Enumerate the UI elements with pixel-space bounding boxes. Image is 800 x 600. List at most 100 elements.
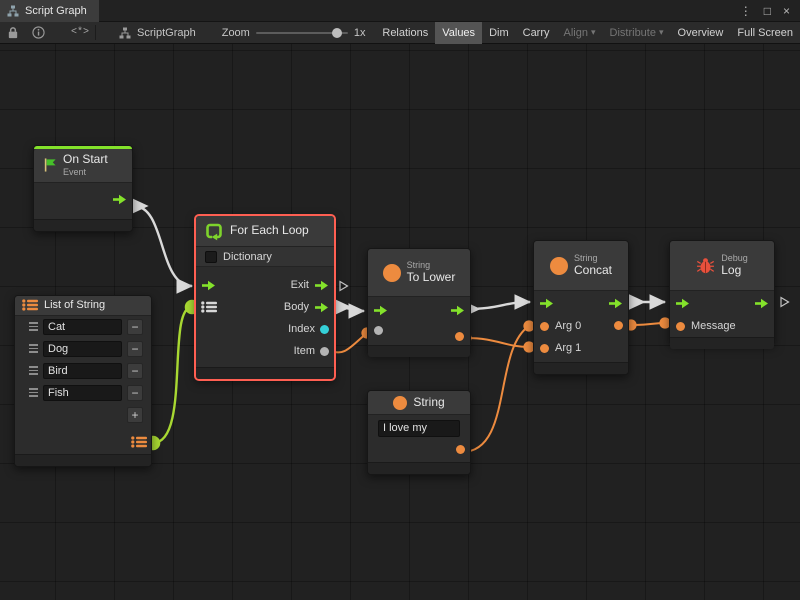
string-output-port[interactable] <box>456 445 465 454</box>
node-footer <box>196 367 334 379</box>
dictionary-option-row: Dictionary <box>196 247 334 267</box>
remove-item-button[interactable]: − <box>127 341 143 357</box>
wire-concat-to-message[interactable] <box>631 323 665 325</box>
window-menu-icon[interactable]: ⋮ <box>740 4 752 18</box>
body-port-label: Body <box>284 301 309 313</box>
tab-script-graph[interactable]: Script Graph <box>0 0 99 22</box>
fullscreen-button[interactable]: Full Screen <box>730 22 800 44</box>
item-output-port[interactable] <box>320 347 329 356</box>
list-item-input[interactable] <box>43 363 122 379</box>
wire-tolower-to-concat-flow[interactable] <box>466 302 530 309</box>
list-item-row: − <box>15 316 151 338</box>
wire-item-to-tolower-input[interactable] <box>330 333 367 352</box>
node-string-literal[interactable]: String <box>367 390 471 475</box>
script-graph-asset-icon <box>118 27 132 39</box>
window-titlebar: Script Graph ⋮ □ × <box>0 0 800 22</box>
relations-button[interactable]: Relations <box>375 22 435 44</box>
body-output-port[interactable] <box>314 302 329 313</box>
tab-label: Script Graph <box>25 5 87 17</box>
node-subtitle: Event <box>63 167 108 178</box>
drag-handle-icon[interactable] <box>29 388 38 397</box>
window-maximize-icon[interactable]: □ <box>764 4 771 18</box>
list-item-row: − <box>15 360 151 382</box>
result-output-port[interactable] <box>614 321 623 330</box>
graph-toolbar: <*> ScriptGraph Zoom 1x Relations Values… <box>0 22 800 44</box>
align-dropdown[interactable]: Align ▾ <box>557 22 603 44</box>
exit-output-port[interactable] <box>314 280 329 291</box>
result-output-port[interactable] <box>455 332 464 341</box>
zoom-label: Zoom <box>222 27 250 39</box>
graph-canvas[interactable]: On Start Event List of String <box>0 44 800 600</box>
add-item-button[interactable]: + <box>127 407 143 423</box>
for-each-header[interactable]: For Each Loop <box>196 216 334 247</box>
remove-item-button[interactable]: − <box>127 363 143 379</box>
dictionary-label: Dictionary <box>223 251 272 263</box>
message-input-port[interactable] <box>676 322 685 331</box>
to-lower-data-row <box>368 323 470 345</box>
debug-header[interactable]: Debug Log <box>670 241 774 291</box>
node-debug-log[interactable]: Debug Log Message <box>669 240 775 345</box>
exit-port-label: Exit <box>291 279 309 291</box>
flow-input-port[interactable] <box>539 298 554 309</box>
align-label: Align <box>564 27 588 39</box>
zoom-slider-knob[interactable] <box>332 28 342 38</box>
distribute-dropdown[interactable]: Distribute ▾ <box>603 22 671 44</box>
flow-output-port[interactable] <box>450 305 465 316</box>
code-toggle-icon[interactable]: <*> <box>71 27 89 38</box>
remove-item-button[interactable]: − <box>127 319 143 335</box>
wire-onstart-to-foreach[interactable] <box>134 206 192 286</box>
node-title: String <box>413 396 444 410</box>
list-item-input[interactable] <box>43 385 122 401</box>
zoom-slider[interactable] <box>256 22 348 44</box>
on-start-header[interactable]: On Start Event <box>34 149 132 183</box>
string-literal-header[interactable]: String <box>368 391 470 415</box>
chevron-down-icon: ▾ <box>659 27 664 38</box>
drag-handle-icon[interactable] <box>29 322 38 331</box>
list-item-input[interactable] <box>43 319 122 335</box>
to-lower-header[interactable]: String To Lower <box>368 249 470 297</box>
lock-icon[interactable] <box>7 26 19 39</box>
index-output-port[interactable] <box>320 325 329 334</box>
wire-tolower-to-arg1[interactable] <box>466 338 529 347</box>
window-close-icon[interactable]: × <box>783 4 790 18</box>
list-add-row: + <box>15 404 151 426</box>
string-value-input[interactable] <box>378 420 460 437</box>
concat-header[interactable]: String Concat <box>534 241 628 291</box>
node-concat[interactable]: String Concat Arg 0 Arg 1 <box>533 240 629 375</box>
flow-output-port[interactable] <box>608 298 623 309</box>
values-button[interactable]: Values <box>435 22 482 44</box>
remove-item-button[interactable]: − <box>127 385 143 401</box>
wire-string-to-arg0[interactable] <box>462 326 529 452</box>
carry-button[interactable]: Carry <box>516 22 557 44</box>
flow-output-port[interactable] <box>112 194 127 205</box>
overview-button[interactable]: Overview <box>671 22 731 44</box>
info-icon[interactable] <box>32 26 45 39</box>
wire-list-to-foreach[interactable] <box>153 307 192 443</box>
wire-body-to-tolower[interactable] <box>337 307 364 311</box>
drag-handle-icon[interactable] <box>29 344 38 353</box>
list-item-row: − <box>15 338 151 360</box>
drag-handle-icon[interactable] <box>29 366 38 375</box>
string-input-port[interactable] <box>374 326 383 335</box>
flow-input-port[interactable] <box>201 280 216 291</box>
node-title: For Each Loop <box>230 224 309 238</box>
flow-input-port[interactable] <box>675 298 690 309</box>
arg0-label: Arg 0 <box>555 320 581 332</box>
node-list-of-string[interactable]: List of String − − − − + <box>14 295 152 467</box>
dim-button[interactable]: Dim <box>482 22 516 44</box>
node-for-each-loop[interactable]: For Each Loop Dictionary Exit <box>195 215 335 380</box>
list-header[interactable]: List of String <box>15 296 151 316</box>
node-to-lower[interactable]: String To Lower <box>367 248 471 355</box>
list-item-input[interactable] <box>43 341 122 357</box>
flow-output-port[interactable] <box>754 298 769 309</box>
list-output-port-icon[interactable] <box>131 436 147 448</box>
toolbar-buttons: Relations Values Dim Carry Align ▾ Distr… <box>375 22 800 44</box>
arg1-input-port[interactable] <box>540 344 549 353</box>
arg0-input-port[interactable] <box>540 322 549 331</box>
flow-input-port[interactable] <box>373 305 388 316</box>
dictionary-checkbox[interactable] <box>205 251 217 263</box>
exit-port-row: Exit <box>196 274 334 296</box>
node-on-start[interactable]: On Start Event <box>33 145 133 232</box>
list-input-port-icon[interactable] <box>201 301 217 313</box>
toolbar-separator <box>95 25 96 40</box>
